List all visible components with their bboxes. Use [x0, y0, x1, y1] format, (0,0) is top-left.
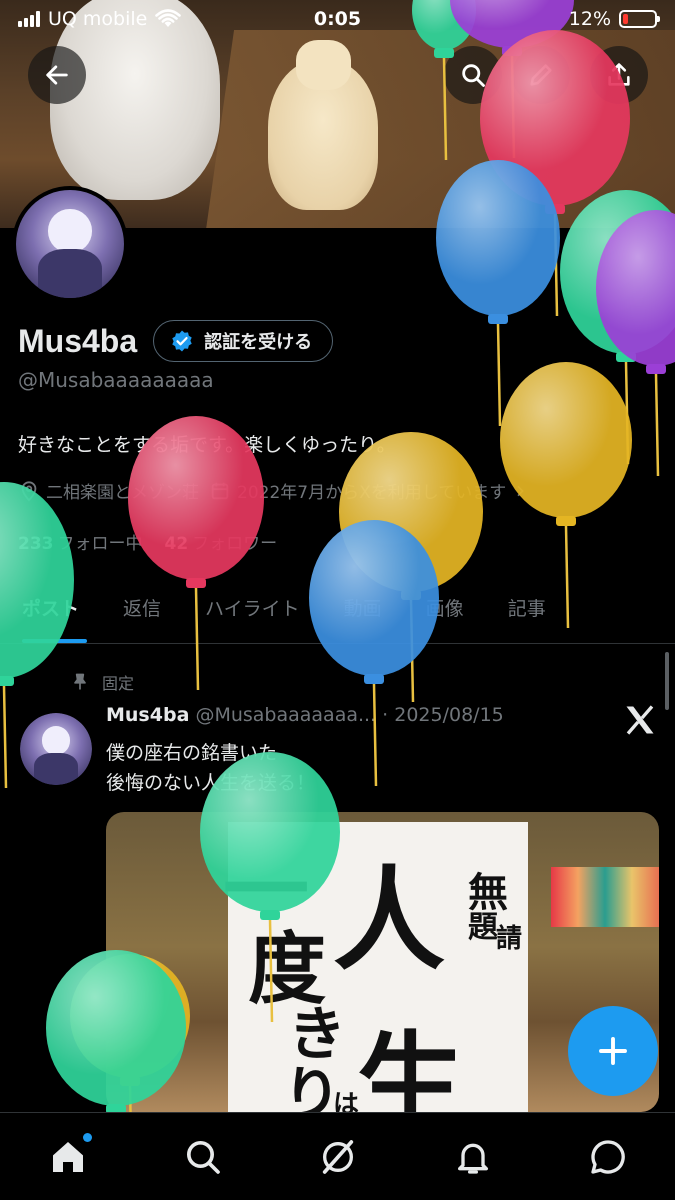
balloon-knot: [616, 352, 636, 362]
message-icon: [590, 1139, 625, 1174]
pin-icon: [74, 673, 86, 690]
profile-joined[interactable]: 2022年7月からXを利用しています: [209, 478, 528, 503]
balloon-string: [2, 685, 8, 789]
edit-button[interactable]: [512, 46, 570, 104]
banner-cream-cat: [268, 40, 378, 210]
search-button[interactable]: [444, 46, 502, 104]
grok-icon: [322, 1139, 353, 1174]
get-verified-button[interactable]: 認証を受ける: [153, 320, 334, 362]
battery-percent: 12%: [568, 8, 611, 30]
balloon-string: [624, 361, 630, 465]
tab-videos[interactable]: 動画: [322, 580, 404, 643]
balloon-string: [496, 323, 502, 427]
pinned-indicator: 固定: [70, 670, 134, 694]
tab-replies[interactable]: 返信: [101, 580, 183, 643]
status-bar: UQ mobile 0:05 12%: [0, 0, 675, 38]
balloon-knot: [0, 676, 14, 686]
bottom-navigation: [0, 1112, 675, 1200]
balloon-knot: [488, 314, 508, 324]
bell-icon: [457, 1143, 488, 1174]
balloon-knot: [556, 516, 576, 526]
plus-icon: [599, 1037, 627, 1065]
nav-home[interactable]: [38, 1127, 98, 1187]
get-verified-label: 認証を受ける: [204, 332, 313, 353]
balloon-knot: [364, 674, 384, 684]
profile-tabs: ポスト 返信 ハイライト 動画 画像 記事: [0, 580, 675, 644]
followers-link[interactable]: 42 フォロワー: [165, 529, 278, 554]
profile-avatar[interactable]: [12, 186, 128, 302]
home-icon: [52, 1141, 83, 1172]
post-author-avatar[interactable]: [20, 713, 92, 785]
verified-badge-icon: [172, 330, 192, 352]
scrollbar[interactable]: [665, 652, 669, 710]
balloon: [596, 210, 675, 366]
search-icon: [462, 64, 485, 87]
background-painting: [551, 867, 659, 927]
tab-images[interactable]: 画像: [404, 580, 486, 643]
calendar-icon: [211, 482, 229, 499]
chevron-right-icon: [517, 485, 525, 496]
following-count: 233: [18, 534, 54, 554]
share-icon: [608, 63, 630, 86]
back-button[interactable]: [28, 46, 86, 104]
notification-dot: [82, 1132, 92, 1142]
compose-button[interactable]: [568, 1006, 658, 1096]
profile-bio: 好きなことをする垢です。楽しくゆったり。: [18, 434, 396, 456]
display-name: Mus4ba: [18, 322, 138, 359]
balloon-string: [654, 373, 660, 477]
calligraphy-board: 一 度 き り 人 生 は 無 題 請: [223, 822, 528, 1112]
following-link[interactable]: 233 フォロー中: [18, 529, 143, 554]
profile-location: 二相楽園とメゾン荘: [18, 478, 199, 503]
balloon-knot: [646, 364, 666, 374]
followers-count: 42: [164, 534, 189, 554]
post-date: · 2025/08/15: [382, 704, 504, 726]
location-pin-icon: [21, 480, 37, 501]
tab-highlights[interactable]: ハイライト: [183, 580, 322, 643]
post-author-name[interactable]: Mus4ba: [106, 704, 189, 726]
nav-grok[interactable]: [308, 1127, 368, 1187]
nav-messages[interactable]: [578, 1127, 638, 1187]
profile-handle: @Musabaaaaaaaaa: [18, 368, 214, 392]
x-logo-icon: [626, 705, 654, 735]
post-text: 僕の座右の銘書いた 後悔のない人生を送る！: [106, 742, 316, 794]
post-header: Mus4ba @Musabaaaaaaa... · 2025/08/15: [106, 704, 616, 726]
balloon-string: [553, 213, 559, 317]
search-icon: [186, 1140, 220, 1174]
nav-search[interactable]: [173, 1127, 233, 1187]
post-author-handle[interactable]: @Musabaaaaaaa...: [195, 704, 376, 726]
battery-icon: [619, 10, 660, 28]
pen-icon: [530, 64, 552, 86]
balloon-highlight: [596, 210, 675, 366]
tab-articles[interactable]: 記事: [486, 580, 568, 643]
nav-notifications[interactable]: [443, 1127, 503, 1187]
balloon-string: [372, 683, 378, 787]
share-button[interactable]: [590, 46, 648, 104]
tab-posts[interactable]: ポスト: [0, 580, 101, 643]
arrow-left-icon: [46, 65, 68, 85]
